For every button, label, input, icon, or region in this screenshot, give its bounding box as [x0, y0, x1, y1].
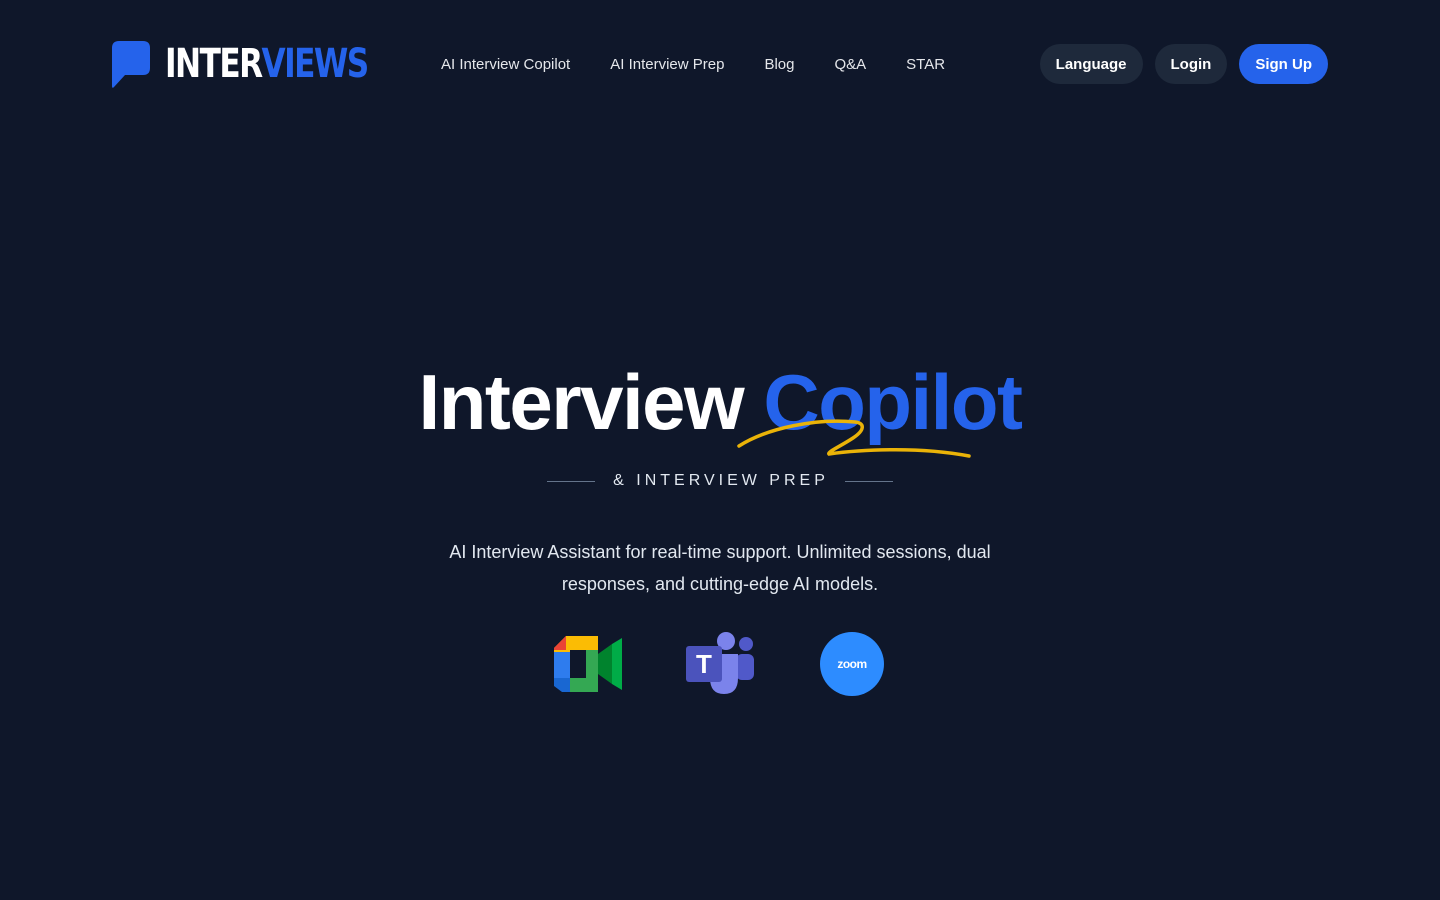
hero-title-wrap: Interview Copilot [418, 358, 1023, 458]
platform-list: T zoom [0, 632, 1440, 696]
brand-name: INTERVIEWS [165, 41, 370, 87]
brand-name-part1: INTER [165, 41, 263, 87]
nav-item-ai-interview-prep[interactable]: AI Interview Prep [610, 56, 724, 73]
subtitle-divider-left [547, 480, 596, 482]
google-meet-icon [554, 632, 622, 696]
language-button[interactable]: Language [1039, 44, 1143, 84]
zoom-icon-wrap: zoom [818, 632, 886, 696]
speech-bubble-icon [112, 41, 150, 88]
login-button[interactable]: Login [1154, 44, 1228, 84]
squiggle-underline-icon [736, 419, 971, 458]
nav-item-star[interactable]: STAR [906, 56, 945, 73]
sign-up-button[interactable]: Sign Up [1239, 44, 1328, 84]
site-header: INTERVIEWS AI Interview Copilot AI Inter… [0, 0, 1440, 128]
microsoft-teams-icon: T [686, 632, 754, 696]
nav-item-blog[interactable]: Blog [764, 56, 794, 73]
hero-subtitle: & INTERVIEW PREP [0, 472, 1440, 490]
nav-item-ai-interview-copilot[interactable]: AI Interview Copilot [441, 56, 570, 73]
hero-description: AI Interview Assistant for real-time sup… [449, 542, 991, 594]
hero-subtitle-text: & INTERVIEW PREP [613, 472, 829, 489]
page: INTERVIEWS AI Interview Copilot AI Inter… [0, 0, 1440, 900]
hero-title-main: Interview [418, 358, 745, 446]
nav-item-qa[interactable]: Q&A [834, 56, 866, 73]
brand-logo[interactable]: INTERVIEWS [111, 38, 425, 90]
subtitle-divider-right [844, 480, 893, 482]
main-nav: AI Interview Copilot AI Interview Prep B… [441, 54, 985, 74]
zoom-icon-label: zoom [837, 657, 867, 671]
header-actions: Language Login Sign Up [1039, 44, 1328, 84]
brand-name-part2: VIEWS [261, 41, 370, 87]
zoom-icon: zoom [820, 632, 884, 696]
svg-text:T: T [696, 649, 712, 679]
hero-section: Interview Copilot & INTERVIEW PREP AI In… [0, 360, 1440, 600]
